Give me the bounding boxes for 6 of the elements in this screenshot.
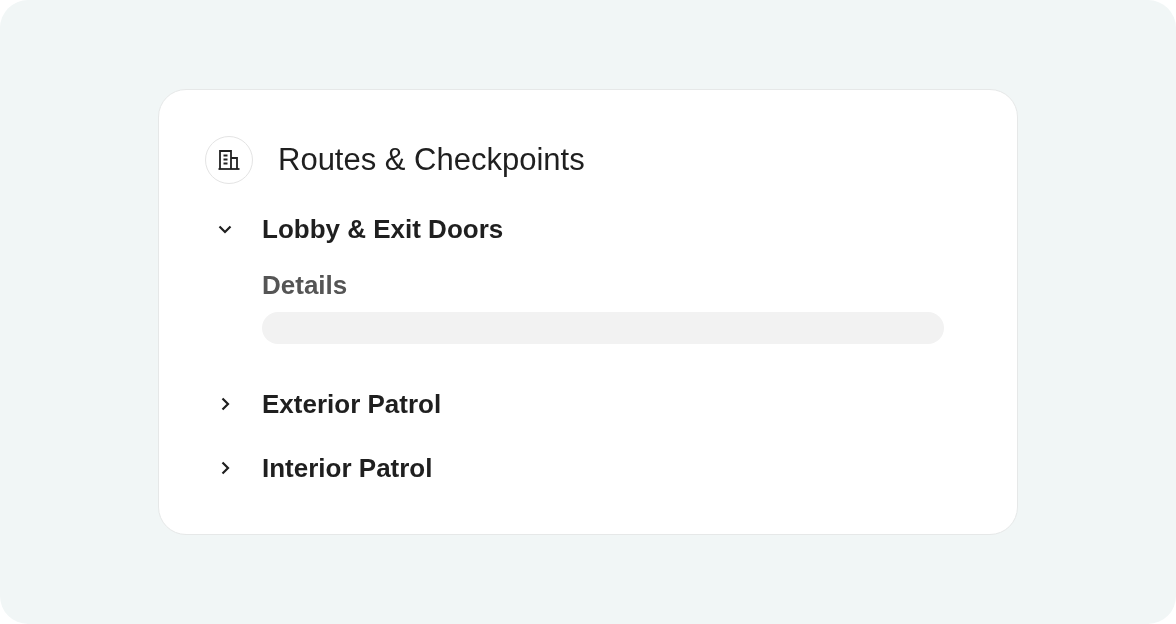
route-toggle[interactable]: Exterior Patrol — [205, 380, 450, 428]
details-label: Details — [262, 269, 348, 301]
panel-title: Routes & Checkpoints — [278, 141, 585, 179]
building-icon — [205, 136, 253, 184]
route-toggle[interactable]: Lobby & Exit Doors — [205, 205, 512, 253]
route-toggle[interactable]: Interior Patrol — [205, 444, 441, 492]
